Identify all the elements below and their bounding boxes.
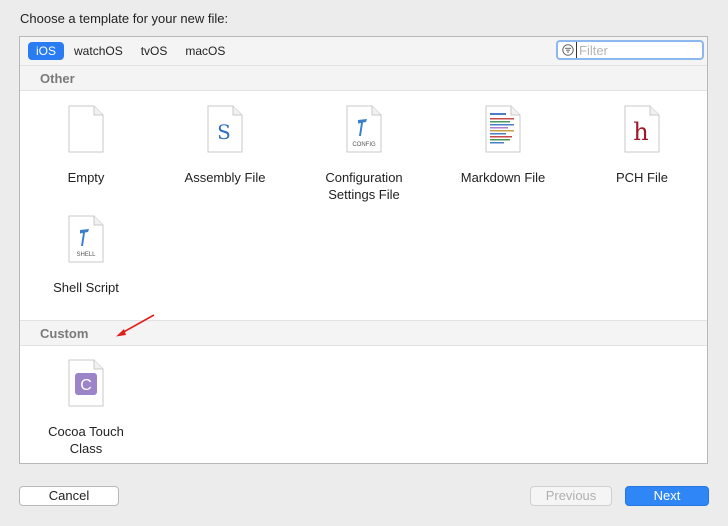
template-shell-script[interactable]: SHELL Shell Script [26, 215, 146, 296]
cancel-button[interactable]: Cancel [19, 486, 119, 506]
shell-script-icon: SHELL [68, 215, 104, 263]
platform-tabs: iOS watchOS tvOS macOS [28, 42, 235, 60]
template-label-line2: Settings File [328, 187, 400, 202]
template-label: Shell Script [53, 280, 119, 295]
filter-field[interactable] [556, 40, 704, 60]
template-label-line1: Cocoa Touch [48, 424, 124, 439]
template-cocoa-touch-class[interactable]: C Cocoa Touch Class [26, 359, 146, 457]
tab-watchos[interactable]: watchOS [66, 42, 131, 60]
assembly-file-icon: S [207, 105, 243, 153]
template-label: Assembly File [184, 170, 266, 185]
template-empty[interactable]: Empty [26, 105, 146, 186]
annotation-arrow-icon [116, 314, 155, 337]
template-markdown-file[interactable]: Markdown File [443, 105, 563, 186]
filter-icon [562, 44, 574, 56]
filter-input[interactable] [576, 42, 703, 58]
dialog-heading: Choose a template for your new file: [20, 11, 229, 26]
cocoa-touch-class-icon: C [68, 359, 104, 407]
config-file-icon: CONFIG [346, 105, 382, 153]
template-configuration-settings-file[interactable]: CONFIG Configuration Settings File [304, 105, 424, 203]
template-label: Configuration Settings File [304, 169, 424, 203]
previous-button[interactable]: Previous [530, 486, 612, 506]
template-label-line1: Configuration [325, 170, 403, 185]
template-label: Cocoa Touch Class [26, 423, 146, 457]
shell-caption: SHELL [76, 252, 96, 258]
tab-tvos[interactable]: tvOS [133, 42, 176, 60]
template-pch-file[interactable]: h PCH File [582, 105, 702, 186]
markdown-file-icon [485, 105, 521, 153]
pch-file-icon: h [624, 105, 660, 153]
next-button[interactable]: Next [625, 486, 709, 506]
template-assembly-file[interactable]: S Assembly File [165, 105, 285, 186]
template-label-line2: Class [69, 441, 103, 456]
config-caption: CONFIG [352, 142, 376, 148]
template-label: Markdown File [460, 170, 546, 185]
platform-toolbar: iOS watchOS tvOS macOS [20, 37, 707, 66]
template-panel: iOS watchOS tvOS macOS Other Empty S [19, 36, 708, 464]
assembly-glyph: S [217, 120, 231, 144]
section-header-other: Other [20, 65, 707, 91]
tab-ios[interactable]: iOS [28, 42, 65, 60]
pch-glyph: h [633, 118, 648, 146]
empty-file-icon [68, 105, 104, 153]
template-label: Empty [67, 170, 105, 185]
class-glyph: C [80, 377, 92, 394]
tab-macos[interactable]: macOS [177, 42, 233, 60]
template-label: PCH File [615, 170, 668, 185]
